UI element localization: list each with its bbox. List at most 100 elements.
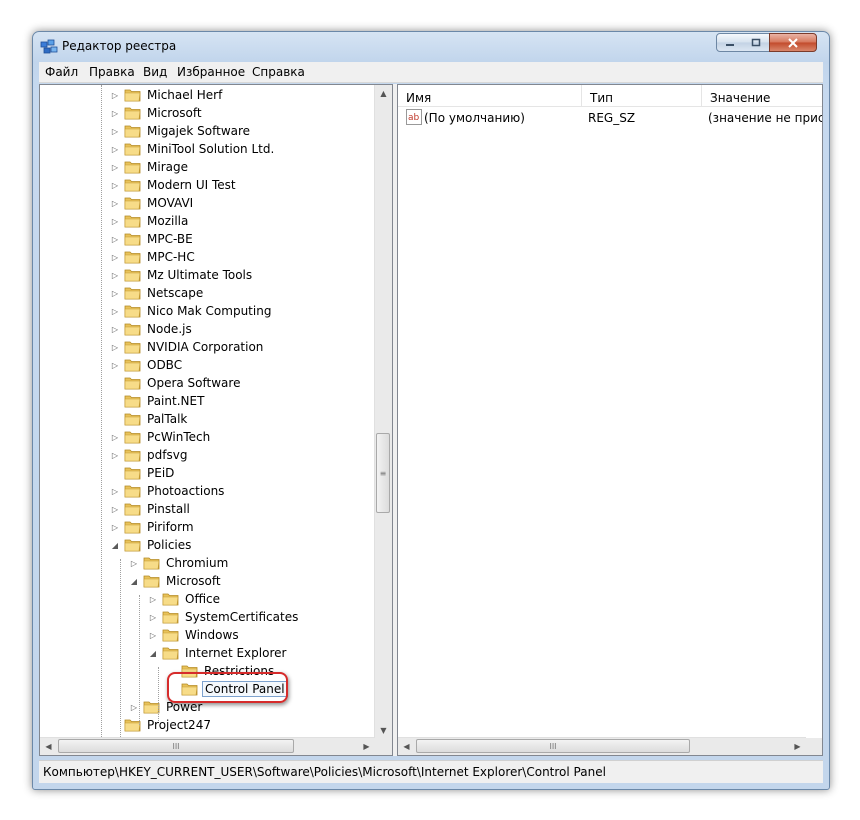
menu-view[interactable]: Вид xyxy=(143,65,167,79)
tree-item[interactable]: ▷ MPC-HC xyxy=(110,248,197,266)
expand-arrow-icon[interactable]: ▷ xyxy=(110,360,120,370)
tree-item[interactable]: ▷ Michael Herf xyxy=(110,86,224,104)
minimize-button[interactable] xyxy=(716,33,744,52)
expand-arrow-icon[interactable]: ▷ xyxy=(110,144,120,154)
tree-item[interactable]: ▷ Node.js xyxy=(110,320,194,338)
expand-arrow-icon[interactable]: ▷ xyxy=(148,594,158,604)
expand-arrow-icon[interactable]: ▷ xyxy=(129,702,139,712)
tree-vertical-scrollbar[interactable]: ▲ ≡ ▼ xyxy=(374,85,392,739)
list-horizontal-scrollbar[interactable]: ◀ III ▶ xyxy=(398,737,806,755)
tree-item[interactable]: ▷ Office xyxy=(148,590,222,608)
expand-arrow-icon[interactable]: ▷ xyxy=(110,162,120,172)
collapse-arrow-icon[interactable]: ◢ xyxy=(129,576,139,586)
tree-item[interactable]: ▷ Netscape xyxy=(110,284,205,302)
tree-item[interactable]: Paint.NET xyxy=(110,392,206,410)
scroll-right-arrow-icon[interactable]: ▶ xyxy=(358,738,375,755)
tree-item[interactable]: ▷ ODBC xyxy=(110,356,184,374)
list-hscroll-thumb[interactable]: III xyxy=(416,739,690,753)
tree-item[interactable]: PEiD xyxy=(110,464,176,482)
title-bar[interactable]: Редактор реестра xyxy=(33,32,829,60)
tree-item[interactable]: ▷ Modern UI Test xyxy=(110,176,238,194)
tree-item[interactable]: ▷ Photoactions xyxy=(110,482,226,500)
expand-arrow-icon[interactable]: ▷ xyxy=(110,522,120,532)
scroll-down-arrow-icon[interactable]: ▼ xyxy=(375,722,392,739)
expand-arrow-icon[interactable]: ▷ xyxy=(110,216,120,226)
expand-arrow-icon[interactable]: ▷ xyxy=(110,306,120,316)
column-header-data[interactable]: Значение xyxy=(702,85,822,107)
tree-item[interactable]: ▷ Nico Mak Computing xyxy=(110,302,273,320)
tree-item[interactable]: ◢ Microsoft xyxy=(129,572,223,590)
column-header-type[interactable]: Тип xyxy=(582,85,702,107)
tree-item[interactable]: ▷ Mozilla xyxy=(110,212,190,230)
scroll-left-arrow-icon[interactable]: ◀ xyxy=(40,738,57,755)
expand-arrow-icon[interactable]: ▷ xyxy=(110,126,120,136)
expand-arrow-icon[interactable]: ▷ xyxy=(148,630,158,640)
tree-item[interactable]: Opera Software xyxy=(110,374,242,392)
values-list[interactable]: Имя Тип Значение ab (По умолчанию) REG_S… xyxy=(397,84,823,756)
close-button[interactable] xyxy=(769,33,817,52)
tree-hscroll-thumb[interactable]: III xyxy=(58,739,294,753)
expand-arrow-icon[interactable]: ▷ xyxy=(148,612,158,622)
expand-arrow-icon[interactable]: ▷ xyxy=(110,432,120,442)
registry-tree[interactable]: ▷ Michael Herf ▷ Microsoft ▷ Migajek Software… xyxy=(39,84,393,756)
expand-arrow-icon[interactable]: ▷ xyxy=(110,252,120,262)
folder-icon xyxy=(124,287,141,300)
menu-favorites[interactable]: Избранное xyxy=(177,65,245,79)
expand-arrow-icon[interactable]: ▷ xyxy=(110,342,120,352)
expand-arrow-icon[interactable]: ▷ xyxy=(110,198,120,208)
tree-item[interactable]: Project247 xyxy=(110,716,213,734)
tree-horizontal-scrollbar[interactable]: ◀ III ▶ xyxy=(40,737,375,755)
scroll-left-arrow-icon[interactable]: ◀ xyxy=(398,738,415,755)
value-row[interactable]: ab (По умолчанию) REG_SZ (значение не пр… xyxy=(402,107,822,127)
tree-item[interactable]: ▷ SystemCertificates xyxy=(148,608,300,626)
tree-item[interactable]: ▷ PcWinTech xyxy=(110,428,212,446)
collapse-arrow-icon[interactable]: ◢ xyxy=(110,540,120,550)
expand-arrow-icon[interactable]: ▷ xyxy=(110,108,120,118)
tree-item[interactable]: ▷ Mirage xyxy=(110,158,190,176)
tree-item-label: Paint.NET xyxy=(147,394,205,408)
tree-item-label: Photoactions xyxy=(147,484,225,498)
tree-item[interactable]: ▷ Chromium xyxy=(129,554,230,572)
tree-item[interactable]: ▷ Migajek Software xyxy=(110,122,252,140)
tree-item-label: Policies xyxy=(147,538,192,552)
maximize-button[interactable] xyxy=(743,33,770,52)
scroll-right-arrow-icon[interactable]: ▶ xyxy=(789,738,806,755)
menu-file[interactable]: Файл xyxy=(45,65,78,79)
expand-arrow-icon[interactable]: ▷ xyxy=(110,486,120,496)
tree-item-label: PalTalk xyxy=(147,412,188,426)
expand-arrow-icon[interactable]: ▷ xyxy=(110,180,120,190)
expand-arrow-icon[interactable]: ▷ xyxy=(110,450,120,460)
tree-item[interactable]: ▷ NVIDIA Corporation xyxy=(110,338,265,356)
menu-edit[interactable]: Правка xyxy=(89,65,135,79)
tree-item-label: Mozilla xyxy=(147,214,189,228)
scroll-up-arrow-icon[interactable]: ▲ xyxy=(375,85,392,102)
expand-arrow-icon[interactable]: ▷ xyxy=(129,558,139,568)
tree-item[interactable]: ▷ MOVAVI xyxy=(110,194,195,212)
tree-item[interactable]: ▷ Windows xyxy=(148,626,241,644)
expand-arrow-icon[interactable]: ▷ xyxy=(110,90,120,100)
expand-arrow-icon[interactable]: ▷ xyxy=(110,288,120,298)
tree-item[interactable]: ▷ MiniTool Solution Ltd. xyxy=(110,140,276,158)
tree-item[interactable]: ◢ Internet Explorer xyxy=(148,644,288,662)
tree-guide-line xyxy=(120,559,121,739)
expand-arrow-icon[interactable]: ▷ xyxy=(110,234,120,244)
tree-item[interactable]: ◢ Policies xyxy=(110,536,193,554)
folder-icon xyxy=(124,215,141,228)
folder-icon xyxy=(124,467,141,480)
tree-item[interactable]: ▷ Mz Ultimate Tools xyxy=(110,266,254,284)
folder-icon xyxy=(143,557,160,570)
expand-arrow-icon[interactable]: ▷ xyxy=(110,270,120,280)
expand-arrow-icon[interactable]: ▷ xyxy=(110,504,120,514)
column-header-name[interactable]: Имя xyxy=(398,85,582,107)
tree-item[interactable]: ▷ pdfsvg xyxy=(110,446,189,464)
tree-item[interactable]: ▷ Microsoft xyxy=(110,104,204,122)
menu-help[interactable]: Справка xyxy=(252,65,305,79)
folder-icon xyxy=(162,629,179,642)
collapse-arrow-icon[interactable]: ◢ xyxy=(148,648,158,658)
tree-item[interactable]: ▷ Pinstall xyxy=(110,500,192,518)
expand-arrow-icon[interactable]: ▷ xyxy=(110,324,120,334)
tree-item[interactable]: ▷ Piriform xyxy=(110,518,196,536)
tree-item[interactable]: PalTalk xyxy=(110,410,189,428)
tree-item[interactable]: ▷ MPC-BE xyxy=(110,230,195,248)
tree-vscroll-thumb[interactable]: ≡ xyxy=(376,433,390,513)
